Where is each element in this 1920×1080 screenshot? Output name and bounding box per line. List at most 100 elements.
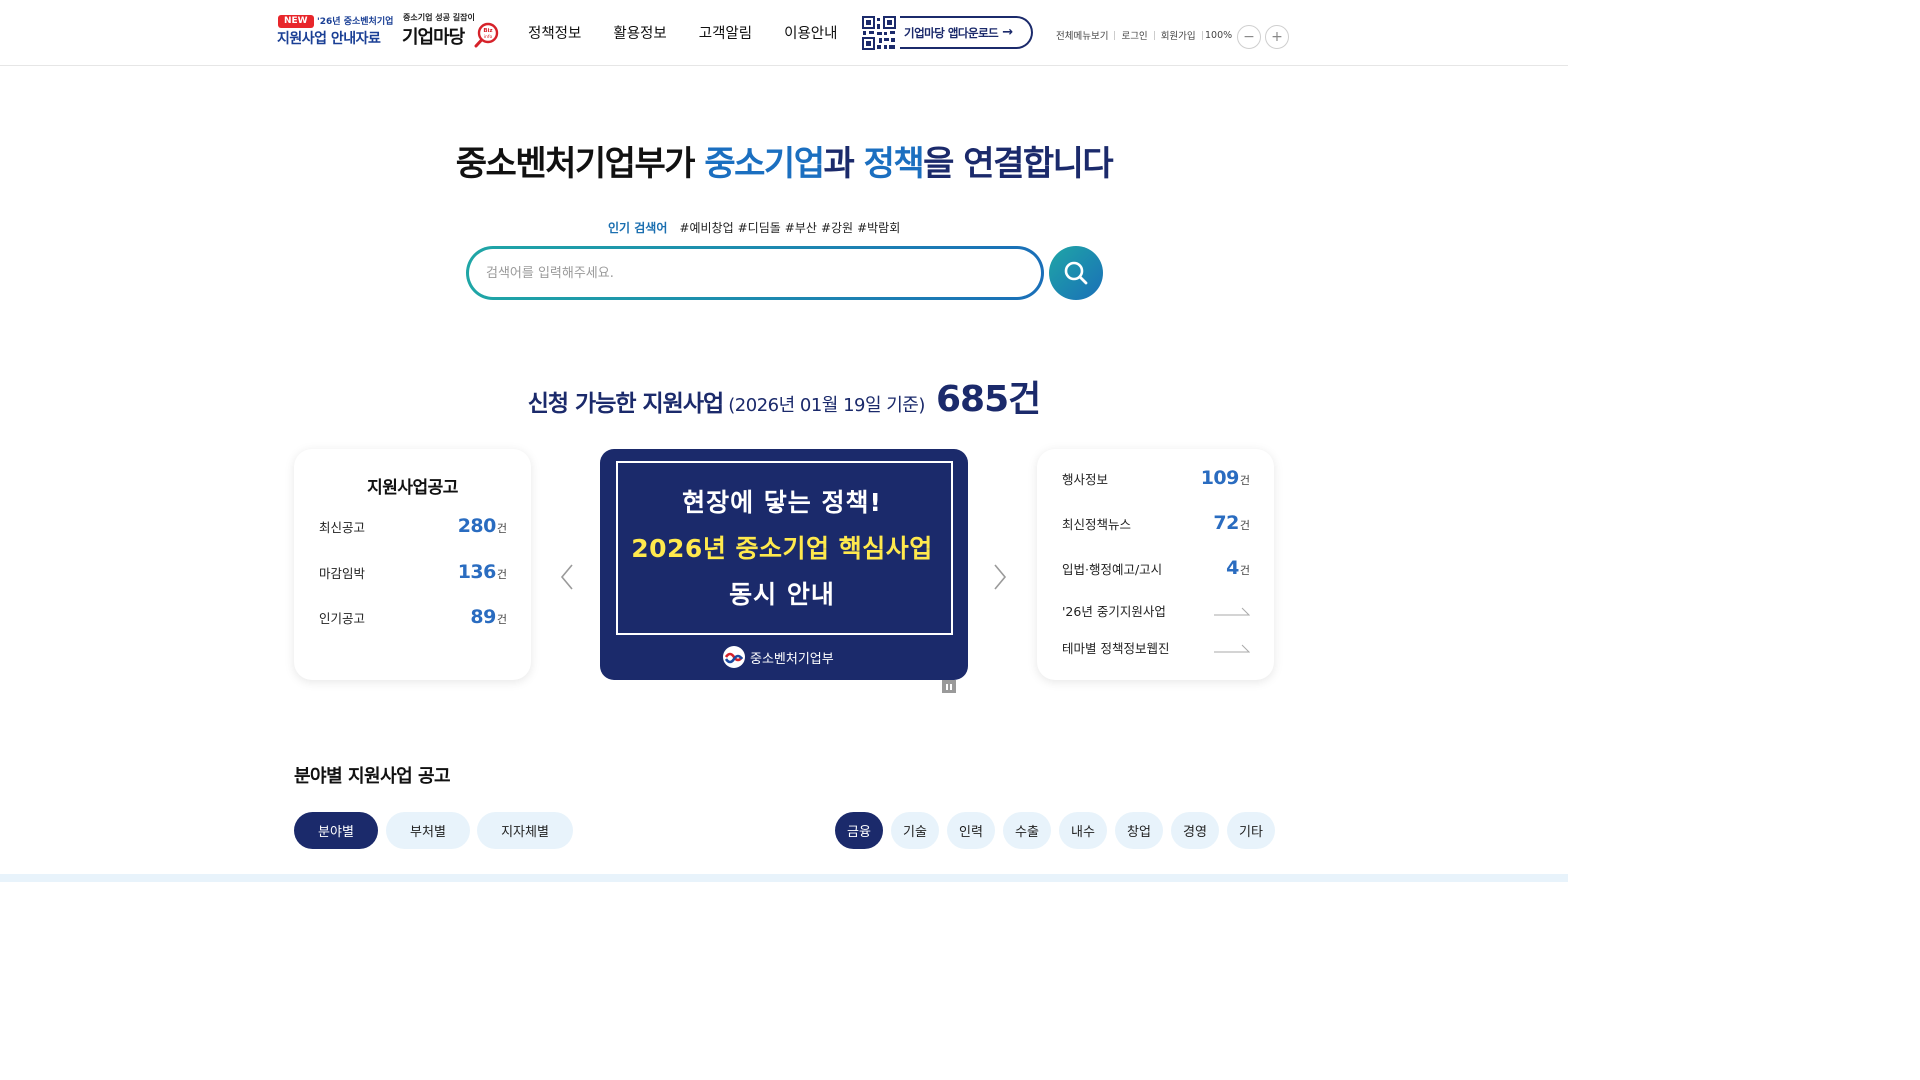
field-filter-management[interactable]: 경영 bbox=[1171, 812, 1219, 849]
field-filter-domestic[interactable]: 내수 bbox=[1059, 812, 1107, 849]
popular-tag[interactable]: #디딤돌 bbox=[738, 219, 781, 236]
hero-title-mid: 과 bbox=[823, 144, 864, 184]
summary-date-note: (2026년 01월 19일 기준) bbox=[728, 395, 925, 416]
zoom-out-button[interactable]: − bbox=[1237, 25, 1261, 49]
stat-label: 인기공고 bbox=[319, 611, 366, 626]
stat-unit: 건 bbox=[1239, 474, 1250, 487]
zoom-level: 100% bbox=[1205, 30, 1233, 41]
arrow-right-icon: → bbox=[1002, 25, 1013, 40]
carousel-next-button[interactable] bbox=[988, 557, 1012, 597]
stat-label: 행사정보 bbox=[1062, 472, 1109, 487]
field-filter-export[interactable]: 수출 bbox=[1003, 812, 1051, 849]
popular-tag[interactable]: #부산 bbox=[785, 219, 817, 236]
stat-value: 72 bbox=[1213, 512, 1239, 534]
nav-customer-notice[interactable]: 고객알림 bbox=[699, 22, 752, 43]
stat-value: 136 bbox=[457, 561, 497, 583]
search-box bbox=[466, 246, 1044, 300]
popular-tag[interactable]: #박람회 bbox=[857, 219, 900, 236]
stat-unit: 건 bbox=[496, 613, 507, 626]
stat-value: 4 bbox=[1226, 557, 1239, 579]
long-arrow-right-icon bbox=[1214, 607, 1250, 615]
carousel-prev-button[interactable] bbox=[555, 557, 579, 597]
app-download-button[interactable]: 기업마당 앱다운로드 → bbox=[900, 16, 1033, 49]
section-title: 분야별 지원사업 공고 bbox=[294, 766, 451, 787]
stat-label: 마감임박 bbox=[319, 566, 366, 581]
pause-icon bbox=[950, 683, 952, 690]
hero-title-prefix: 중소벤처기업부가 bbox=[455, 144, 705, 184]
link-label: 테마별 정책정보웹진 bbox=[1062, 641, 1170, 656]
stat-row-closing-soon[interactable]: 마감임박 136건 bbox=[319, 561, 507, 589]
tab-by-field[interactable]: 분야별 bbox=[294, 812, 378, 849]
bizinfo-magnifier-icon: Biz info bbox=[474, 22, 499, 48]
site-header: NEW '26년 중소벤처기업 지원사업 안내자료 중소기업 성공 길잡이 기업… bbox=[0, 0, 1568, 66]
main-nav: 정책정보 활용정보 고객알림 이용안내 bbox=[528, 22, 838, 43]
tab-by-local-gov[interactable]: 지자체별 bbox=[477, 812, 573, 849]
popular-tag[interactable]: #강원 bbox=[821, 219, 853, 236]
field-filter-finance[interactable]: 금융 bbox=[835, 812, 883, 849]
hero-title: 중소벤처기업부가 중소기업과 정책을 연결합니다 bbox=[0, 136, 1568, 185]
field-filter-etc[interactable]: 기타 bbox=[1227, 812, 1275, 849]
notice-logo-link[interactable]: NEW '26년 중소벤처기업 지원사업 안내자료 bbox=[277, 12, 399, 48]
field-filter-startup[interactable]: 창업 bbox=[1115, 812, 1163, 849]
brand-tagline: 중소기업 성공 길잡이 bbox=[403, 13, 475, 22]
divider bbox=[1153, 30, 1155, 40]
ministry-emblem-icon bbox=[723, 646, 745, 668]
banner-org: 중소벤처기업부 bbox=[722, 645, 834, 669]
chevron-right-icon bbox=[994, 564, 1007, 590]
utility-links: 전체메뉴보기 로그인 회원가입 bbox=[1056, 28, 1209, 42]
stat-unit: 건 bbox=[1239, 564, 1250, 577]
signup-link[interactable]: 회원가입 bbox=[1161, 28, 1196, 42]
search-inner bbox=[469, 249, 1041, 297]
new-badge: NEW bbox=[278, 15, 314, 28]
hero-title-suffix: 을 연결합니다 bbox=[923, 144, 1114, 184]
link-row-webzine[interactable]: 테마별 정책정보웹진 bbox=[1062, 638, 1250, 657]
svg-text:Biz: Biz bbox=[483, 28, 492, 34]
link-row-2026-programs[interactable]: '26년 중기지원사업 bbox=[1062, 601, 1250, 620]
stat-row-popular[interactable]: 인기공고 89건 bbox=[319, 606, 507, 634]
nav-guide[interactable]: 이용안내 bbox=[784, 22, 837, 43]
hero-title-highlight-sme: 중소기업 bbox=[704, 144, 825, 184]
nav-policy-info[interactable]: 정책정보 bbox=[528, 22, 581, 43]
chevron-left-icon bbox=[560, 564, 573, 590]
popular-keywords: 인기 검색어 #예비창업 #디딤돌 #부산 #강원 #박람회 bbox=[608, 219, 900, 236]
search-button[interactable] bbox=[1049, 246, 1103, 300]
info-card: 행사정보 109건 최신정책뉴스 72건 입법·행정예고/고시 4건 '26년 … bbox=[1037, 449, 1274, 680]
notice-main-text: 지원사업 안내자료 bbox=[277, 31, 381, 47]
stat-value: 89 bbox=[470, 606, 496, 628]
field-filter-technology[interactable]: 기술 bbox=[891, 812, 939, 849]
section-background-band bbox=[0, 874, 1568, 882]
stat-unit: 건 bbox=[1239, 519, 1250, 532]
available-programs-summary: 신청 가능한 지원사업 (2026년 01월 19일 기준) 685건 bbox=[0, 370, 1568, 422]
nav-usage-info[interactable]: 활용정보 bbox=[613, 22, 666, 43]
stat-row-latest[interactable]: 최신공고 280건 bbox=[319, 515, 507, 543]
qr-code-icon bbox=[862, 16, 896, 50]
banner-line-3: 동시 안내 bbox=[729, 580, 835, 609]
search-input[interactable] bbox=[486, 265, 1006, 281]
popular-tag[interactable]: #예비창업 bbox=[679, 219, 733, 236]
app-download-label: 기업마당 앱다운로드 bbox=[904, 25, 999, 40]
login-link[interactable]: 로그인 bbox=[1121, 28, 1147, 42]
zoom-in-button[interactable]: + bbox=[1265, 25, 1289, 49]
stat-row-events[interactable]: 행사정보 109건 bbox=[1062, 467, 1250, 489]
banner-org-name: 중소벤처기업부 bbox=[750, 651, 834, 667]
stat-label: 최신정책뉴스 bbox=[1062, 517, 1132, 532]
stat-label: 최신공고 bbox=[319, 520, 366, 535]
carousel-pause-button[interactable] bbox=[942, 680, 956, 693]
full-menu-link[interactable]: 전체메뉴보기 bbox=[1056, 28, 1108, 42]
hero-title-highlight-policy: 정책 bbox=[863, 144, 925, 184]
divider bbox=[1114, 30, 1116, 40]
field-filter-manpower[interactable]: 인력 bbox=[947, 812, 995, 849]
bizinfo-logo[interactable]: 중소기업 성공 길잡이 기업마당 Biz info bbox=[402, 12, 502, 50]
stat-unit: 건 bbox=[496, 522, 507, 535]
notice-year-text: '26년 중소벤처기업 bbox=[317, 17, 394, 27]
summary-title: 신청 가능한 지원사업 bbox=[527, 391, 724, 417]
stat-row-legislation[interactable]: 입법·행정예고/고시 4건 bbox=[1062, 557, 1250, 579]
stat-value: 109 bbox=[1200, 467, 1240, 489]
stat-row-policy-news[interactable]: 최신정책뉴스 72건 bbox=[1062, 512, 1250, 534]
tab-by-ministry[interactable]: 부처별 bbox=[386, 812, 470, 849]
summary-count: 685건 bbox=[936, 379, 1041, 420]
long-arrow-right-icon bbox=[1214, 644, 1250, 652]
policy-banner[interactable]: 현장에 닿는 정책! 2026년 중소기업 핵심사업 동시 안내 중소벤처기업부 bbox=[600, 449, 968, 680]
stat-label: 입법·행정예고/고시 bbox=[1062, 562, 1163, 577]
pause-icon bbox=[946, 683, 948, 690]
